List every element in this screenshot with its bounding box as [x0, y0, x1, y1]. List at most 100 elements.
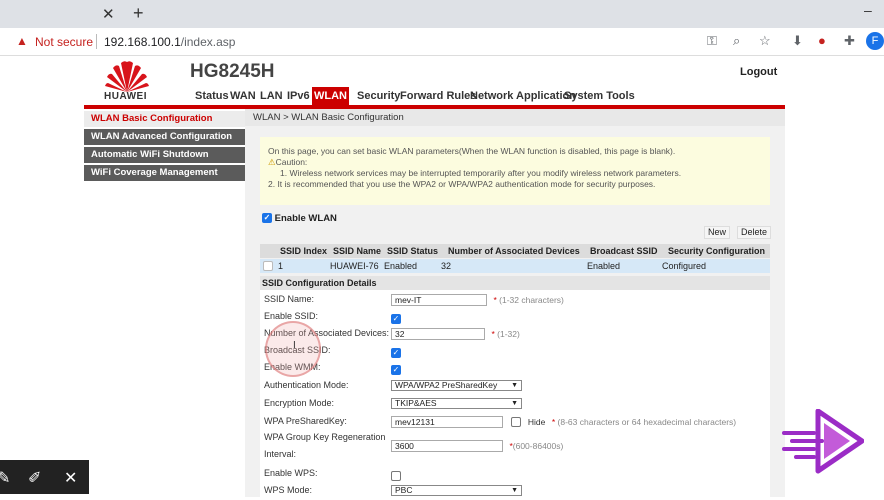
channel-logo-icon [782, 409, 864, 474]
nav-network-application[interactable]: Network Application [470, 90, 576, 102]
brand-text: HUAWEI [104, 91, 147, 102]
logout-link[interactable]: Logout [740, 66, 777, 78]
ssid-name-hint: * (1-32 characters) [493, 294, 564, 305]
puzzle-extensions-icon[interactable]: ✚ [844, 33, 855, 49]
wps-mode-row: WPS Mode: PBC ▼ [260, 481, 770, 498]
ssid-table-header: SSID Index SSID Name SSID Status Number … [260, 244, 770, 258]
key-icon[interactable]: ⚿ [707, 33, 717, 49]
cell-broadcast-ssid: Enabled [587, 261, 621, 271]
annotation-toolbar: ✎ ✐ ✕ [0, 460, 89, 494]
marker-icon[interactable]: ✐ [28, 468, 41, 488]
download-icon[interactable]: ⬇ [792, 33, 803, 49]
router-header: HUAWEI HG8245H Logout Status WAN LAN IPv… [84, 57, 785, 105]
bookmark-star-icon[interactable]: ☆ [759, 33, 771, 49]
auth-mode-field: WPA/WPA2 PreSharedKey ▼ [391, 377, 522, 395]
psk-hint: * (8-63 characters or 64 hexadecimal cha… [551, 416, 737, 427]
enable-ssid-label: Enable SSID: [264, 311, 319, 321]
group-key-hint-text: (600-86400s) [512, 440, 564, 451]
broadcast-ssid-checkbox[interactable]: ✓ [391, 347, 401, 358]
chevron-down-icon: ▼ [511, 382, 518, 390]
nav-status[interactable]: Status [195, 90, 229, 102]
nav-wlan[interactable]: WLAN [312, 87, 349, 105]
caution-icon: ⚠ [268, 157, 276, 167]
ssid-name-row: SSID Name: mev-IT * (1-32 characters) [260, 290, 770, 307]
note-line-2: 1. Wireless network services may be inte… [280, 168, 682, 178]
enable-wps-label: Enable WPS: [264, 468, 318, 478]
enable-ssid-checkbox[interactable]: ✓ [391, 313, 401, 324]
main-content: WLAN > WLAN Basic Configuration On this … [245, 109, 785, 497]
enable-wps-checkbox[interactable] [391, 470, 401, 481]
nav-wan[interactable]: WAN [230, 90, 256, 102]
note-line-3: 2. It is recommended that you use the WP… [268, 179, 656, 189]
enable-wmm-checkbox[interactable]: ✓ [391, 364, 401, 375]
wps-mode-value: PBC [395, 485, 413, 496]
encryption-label: Encryption Mode: [264, 398, 335, 408]
ssid-name-hint-text: (1-32 characters) [499, 294, 564, 305]
assoc-devices-hint-text: (1-32) [497, 328, 520, 339]
close-tab-icon[interactable]: ✕ [102, 5, 115, 23]
enable-wmm-row: Enable WMM: ✓ [260, 358, 770, 375]
address-bar[interactable]: ▲ Not secure 192.168.100.1/index.asp ⚿ ⌕… [0, 28, 884, 56]
group-key-label: WPA Group Key Regeneration Interval: [264, 429, 385, 463]
cell-ssid-index: 1 [278, 261, 284, 271]
auth-mode-row: Authentication Mode: WPA/WPA2 PreSharedK… [260, 376, 770, 393]
row-select-checkbox[interactable] [263, 261, 273, 271]
sidebar-item-wlan-basic[interactable]: WLAN Basic Configuration [84, 111, 245, 127]
nav-forward-rules[interactable]: Forward Rules [400, 90, 476, 102]
breadcrumb: WLAN > WLAN Basic Configuration [245, 109, 785, 126]
auth-mode-select[interactable]: WPA/WPA2 PreSharedKey ▼ [391, 380, 522, 392]
close-icon[interactable]: ✕ [64, 468, 77, 488]
psk-row: WPA PreSharedKey: mev12131 Hide * (8-63 … [260, 412, 770, 429]
nav-lan[interactable]: LAN [260, 90, 283, 102]
new-button[interactable]: New [704, 226, 731, 239]
col-security-config: Security Configuration [668, 246, 766, 256]
note-caution: ⚠Caution: [268, 157, 762, 168]
sidebar-item-wifi-coverage[interactable]: WiFi Coverage Management [84, 165, 245, 181]
url-text[interactable]: 192.168.100.1/index.asp [104, 35, 235, 49]
group-key-input[interactable]: 3600 [391, 439, 503, 452]
nav-ipv6[interactable]: IPv6 [287, 90, 310, 102]
url-path: /index.asp [180, 35, 236, 49]
browser-tab-strip: ✕ + – [0, 0, 884, 28]
cell-ssid-name: HUAWEI-76 [330, 261, 379, 271]
cell-ssid-status: Enabled [384, 261, 418, 271]
wps-mode-select[interactable]: PBC ▼ [391, 485, 522, 497]
assoc-devices-input[interactable]: 32 [391, 327, 485, 340]
enable-wlan-checkbox[interactable]: ✓ [262, 213, 272, 224]
psk-input[interactable]: mev12131 [391, 415, 503, 428]
col-broadcast-ssid: Broadcast SSID [590, 246, 658, 256]
new-tab-icon[interactable]: + [133, 3, 144, 24]
device-model: HG8245H [190, 61, 275, 82]
cell-associated-devices: 32 [441, 261, 452, 271]
zoom-icon[interactable]: ⌕ [733, 33, 740, 49]
sidebar-item-wifi-shutdown[interactable]: Automatic WiFi Shutdown [84, 147, 245, 163]
enable-wlan-label: Enable WLAN [274, 213, 337, 224]
profile-avatar[interactable]: F [866, 32, 884, 50]
nav-security[interactable]: Security [357, 90, 400, 102]
group-key-field-group: 3600 *(600-86400s) [391, 437, 563, 455]
wps-mode-label: WPS Mode: [264, 485, 313, 495]
group-key-label-line1: WPA Group Key Regeneration [264, 432, 386, 442]
encryption-select[interactable]: TKIP&AES ▼ [391, 398, 522, 410]
address-separator [96, 34, 97, 49]
hide-psk-checkbox[interactable] [511, 416, 522, 427]
enable-wps-row: Enable WPS: [260, 464, 770, 481]
group-key-row: WPA Group Key Regeneration Interval: 3600… [260, 429, 770, 463]
extension-record-icon[interactable]: ● [818, 33, 826, 48]
page-viewport: HUAWEI HG8245H Logout Status WAN LAN IPv… [0, 57, 884, 497]
minimize-window-icon[interactable]: – [864, 2, 872, 18]
text-cursor-icon: I [293, 340, 296, 351]
enable-wlan-row: ✓ Enable WLAN [262, 213, 337, 224]
encryption-value: TKIP&AES [395, 398, 437, 409]
security-status[interactable]: Not secure [35, 35, 93, 49]
hide-label: Hide [527, 416, 546, 427]
ssid-name-input[interactable]: mev-IT [391, 293, 487, 306]
pencil-icon[interactable]: ✎ [0, 468, 10, 488]
table-row[interactable]: 1 HUAWEI-76 Enabled 32 Enabled Configure… [260, 259, 770, 273]
delete-button[interactable]: Delete [737, 226, 772, 239]
sidebar-item-wlan-advanced[interactable]: WLAN Advanced Configuration [84, 129, 245, 145]
warning-icon[interactable]: ▲ [16, 34, 28, 48]
encryption-field: TKIP&AES ▼ [391, 395, 522, 413]
group-key-label-line2: Interval: [264, 449, 297, 459]
nav-system-tools[interactable]: System Tools [564, 90, 635, 102]
